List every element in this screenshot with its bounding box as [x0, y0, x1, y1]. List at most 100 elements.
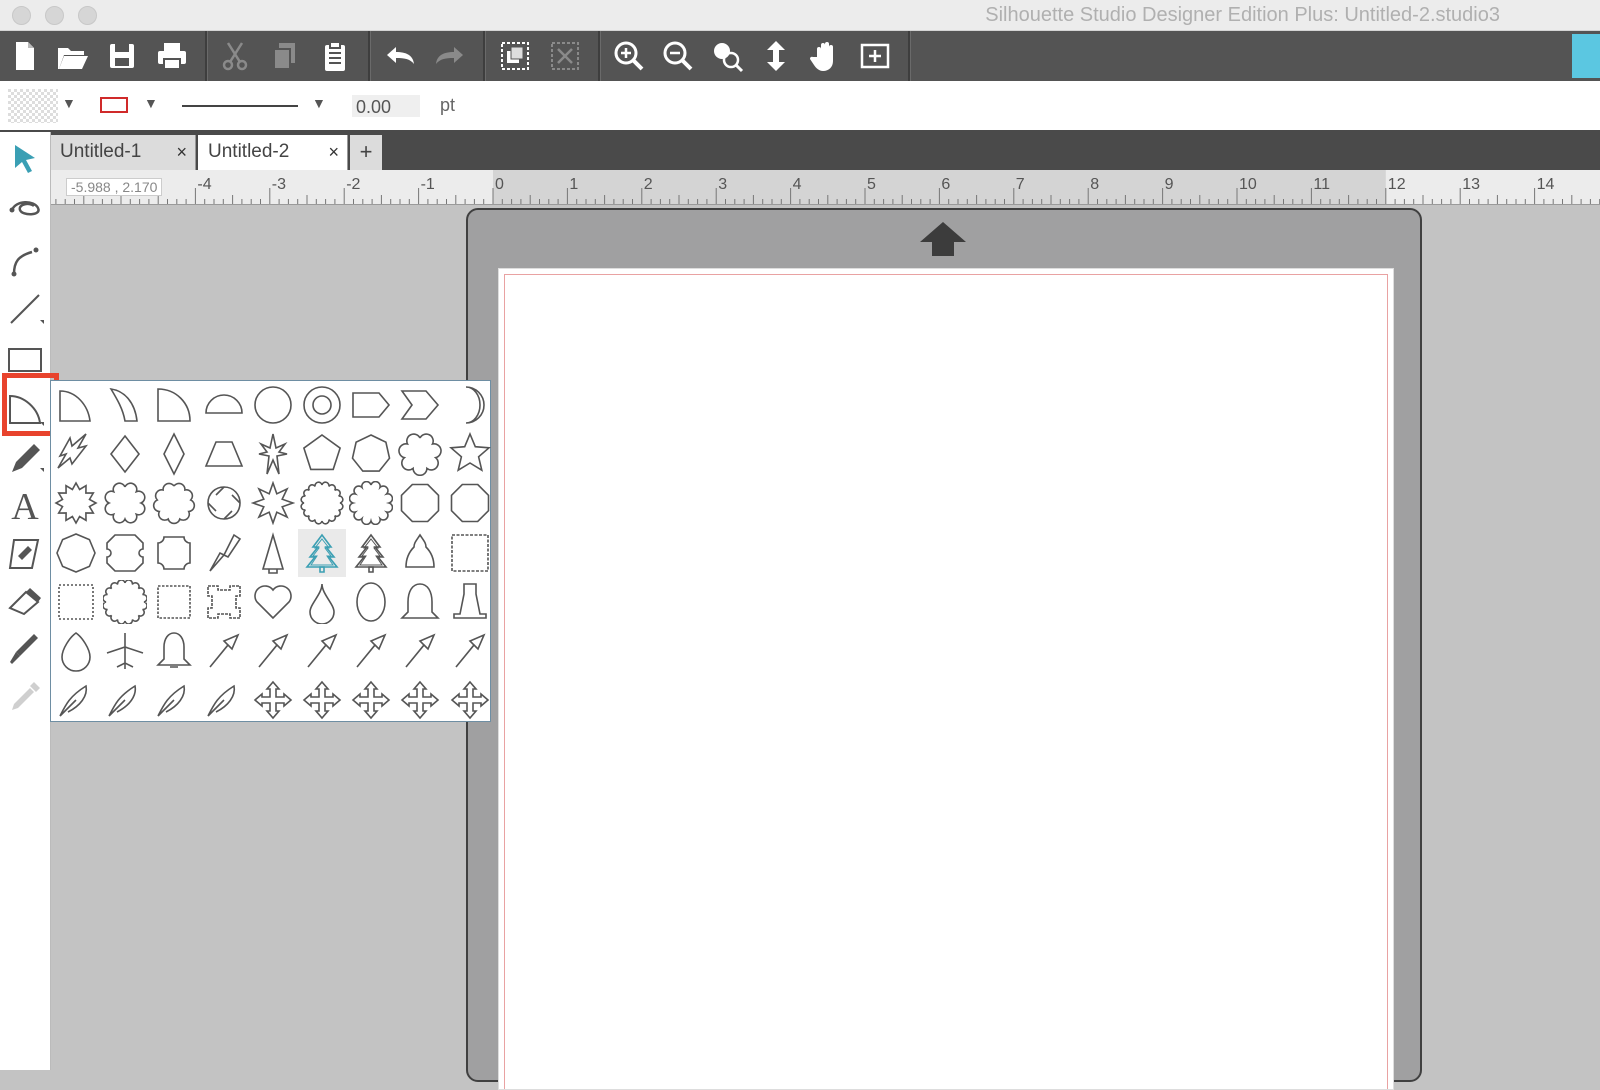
zoom-out-icon[interactable] — [656, 34, 700, 78]
shape-option-56[interactable] — [101, 676, 149, 724]
add-tab-button[interactable]: + — [350, 135, 382, 170]
shape-option-28[interactable] — [52, 529, 100, 577]
line-style-sample[interactable] — [182, 105, 298, 107]
shape-option-47[interactable] — [101, 627, 149, 675]
tab-untitled-2[interactable]: Untitled-2 × — [198, 135, 348, 170]
shape-option-53[interactable] — [396, 627, 444, 675]
shape-option-41[interactable] — [249, 578, 297, 626]
shape-option-30[interactable] — [150, 529, 198, 577]
shape-option-5[interactable] — [249, 381, 297, 429]
shape-option-36[interactable] — [446, 529, 494, 577]
shape-option-27[interactable] — [446, 479, 494, 527]
shape-option-18[interactable] — [446, 430, 494, 478]
line-style-dropdown-icon[interactable]: ▼ — [312, 95, 326, 111]
shape-option-57[interactable] — [150, 676, 198, 724]
undo-icon[interactable] — [378, 34, 422, 78]
copy-icon[interactable] — [263, 34, 307, 78]
fit-to-page-icon[interactable] — [853, 34, 897, 78]
ungroup-icon[interactable] — [543, 34, 587, 78]
shape-option-7[interactable] — [347, 381, 395, 429]
text-tool-icon[interactable]: A — [2, 482, 48, 528]
open-folder-icon[interactable] — [50, 34, 94, 78]
shape-option-29[interactable] — [101, 529, 149, 577]
shape-option-15[interactable] — [298, 430, 346, 478]
redo-icon[interactable] — [428, 34, 472, 78]
shape-option-44[interactable] — [396, 578, 444, 626]
design-page[interactable] — [498, 268, 1394, 1090]
shape-option-10[interactable] — [52, 430, 100, 478]
shape-option-54[interactable] — [446, 627, 494, 675]
shape-option-17[interactable] — [396, 430, 444, 478]
shape-option-37[interactable] — [52, 578, 100, 626]
line-tool-icon[interactable] — [2, 286, 48, 332]
shape-option-14[interactable] — [249, 430, 297, 478]
shape-option-46[interactable] — [52, 627, 100, 675]
shape-option-32[interactable] — [249, 529, 297, 577]
line-width-input[interactable]: 0.00 — [352, 95, 420, 117]
close-tab-icon[interactable]: × — [176, 135, 187, 169]
shape-option-39[interactable] — [150, 578, 198, 626]
eyedropper-tool-icon[interactable] — [2, 674, 48, 720]
shape-option-34[interactable] — [347, 529, 395, 577]
shape-option-12[interactable] — [150, 430, 198, 478]
point-edit-tool-icon[interactable] — [2, 186, 48, 232]
eraser-tool-icon[interactable] — [2, 578, 48, 624]
shape-option-42[interactable] — [298, 578, 346, 626]
pan-hand-icon[interactable] — [804, 34, 848, 78]
shape-option-6[interactable] — [298, 381, 346, 429]
close-window-button[interactable] — [12, 6, 31, 25]
shape-option-31[interactable] — [200, 529, 248, 577]
shape-option-52[interactable] — [347, 627, 395, 675]
shape-option-1[interactable] — [52, 381, 100, 429]
shape-option-22[interactable] — [200, 479, 248, 527]
shape-option-19[interactable] — [52, 479, 100, 527]
zoom-selection-icon[interactable] — [705, 34, 749, 78]
text-to-path-tool-icon[interactable] — [2, 530, 48, 576]
shape-option-60[interactable] — [298, 676, 346, 724]
save-icon[interactable] — [100, 34, 144, 78]
shape-option-59[interactable] — [249, 676, 297, 724]
shape-option-23[interactable] — [249, 479, 297, 527]
side-panel-tab[interactable] — [1572, 34, 1600, 78]
shape-option-35[interactable] — [396, 529, 444, 577]
new-document-icon[interactable] — [2, 34, 46, 78]
select-tool-icon[interactable] — [2, 136, 48, 182]
shape-option-20[interactable] — [101, 479, 149, 527]
shape-option-40[interactable] — [200, 578, 248, 626]
shape-option-11[interactable] — [101, 430, 149, 478]
shape-option-58[interactable] — [200, 676, 248, 724]
fill-pattern-swatch[interactable] — [8, 89, 58, 123]
shape-option-21[interactable] — [150, 479, 198, 527]
shape-option-16[interactable] — [347, 430, 395, 478]
shape-option-13[interactable] — [200, 430, 248, 478]
shape-option-48[interactable] — [150, 627, 198, 675]
zoom-in-icon[interactable] — [607, 34, 651, 78]
curve-tool-icon[interactable] — [2, 236, 48, 282]
fill-dropdown-icon[interactable]: ▼ — [62, 95, 76, 111]
shape-option-49[interactable] — [200, 627, 248, 675]
line-color-swatch[interactable] — [100, 97, 128, 113]
shape-option-33[interactable] — [298, 528, 346, 577]
shape-option-24[interactable] — [298, 479, 346, 527]
knife-tool-icon[interactable] — [2, 626, 48, 672]
shape-option-38[interactable] — [101, 578, 149, 626]
shape-option-2[interactable] — [101, 381, 149, 429]
shape-option-63[interactable] — [446, 676, 494, 724]
print-icon[interactable] — [150, 34, 194, 78]
shape-option-9[interactable] — [446, 381, 494, 429]
move-down-icon[interactable] — [754, 34, 798, 78]
group-icon[interactable] — [493, 34, 537, 78]
line-color-dropdown-icon[interactable]: ▼ — [144, 95, 158, 111]
shape-option-45[interactable] — [446, 578, 494, 626]
shape-option-8[interactable] — [396, 381, 444, 429]
shape-option-50[interactable] — [249, 627, 297, 675]
shape-option-25[interactable] — [347, 479, 395, 527]
shape-option-55[interactable] — [52, 676, 100, 724]
zoom-window-button[interactable] — [78, 6, 97, 25]
shape-option-26[interactable] — [396, 479, 444, 527]
shape-option-61[interactable] — [347, 676, 395, 724]
minimize-window-button[interactable] — [45, 6, 64, 25]
shape-option-3[interactable] — [150, 381, 198, 429]
close-tab-icon[interactable]: × — [328, 135, 339, 169]
tab-untitled-1[interactable]: Untitled-1 × — [50, 135, 196, 170]
